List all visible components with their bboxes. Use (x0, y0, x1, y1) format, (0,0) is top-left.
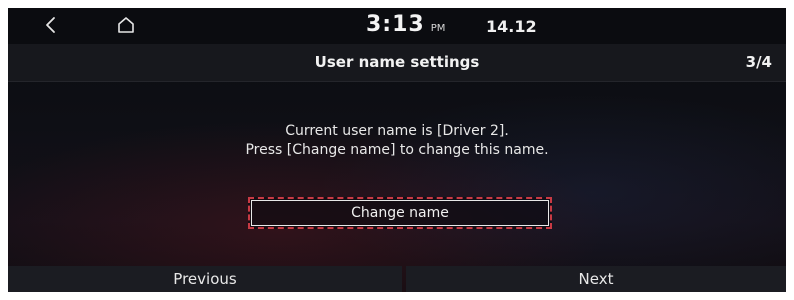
change-name-button[interactable]: Change name (248, 197, 552, 229)
date: 14.12 (486, 17, 537, 36)
info-message: Current user name is [Driver 2]. Press [… (8, 122, 786, 160)
clock-time: 3:13 (366, 12, 425, 37)
title-bar: User name settings 3/4 (8, 44, 786, 82)
home-icon[interactable] (115, 14, 137, 36)
chevron-left-icon[interactable] (41, 14, 61, 36)
bottom-navigation: Previous Next (8, 266, 786, 292)
infotainment-screen: 3:13 PM 14.12 User name settings 3/4 Cur… (8, 8, 786, 292)
previous-button[interactable]: Previous (8, 266, 402, 292)
clock: 3:13 PM (366, 12, 445, 42)
message-line-2: Press [Change name] to change this name. (245, 142, 549, 158)
next-button[interactable]: Next (406, 266, 786, 292)
clock-ampm: PM (430, 23, 446, 34)
status-bar: 3:13 PM 14.12 (8, 8, 786, 44)
page-indicator: 3/4 (745, 53, 772, 71)
message-line-1: Current user name is [Driver 2]. (285, 123, 509, 139)
page-title: User name settings (314, 53, 480, 71)
